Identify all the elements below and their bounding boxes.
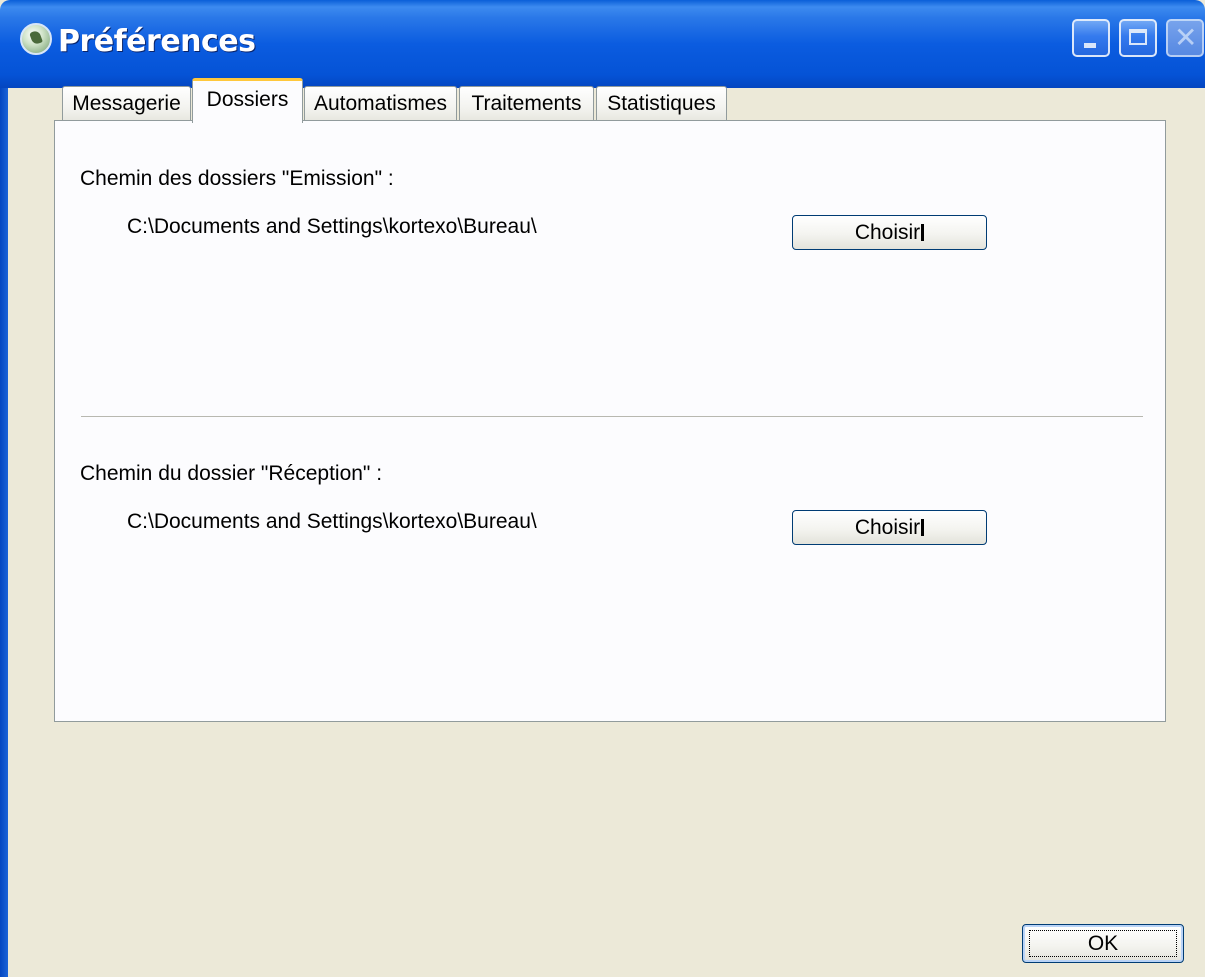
text-cursor [921, 224, 925, 241]
emission-label: Chemin des dossiers "Emission" : [80, 167, 394, 190]
text-cursor [921, 519, 925, 536]
choose-emission-button[interactable]: Choisir [792, 215, 987, 250]
section-divider [81, 416, 1143, 417]
choose-emission-label: Choisir [854, 221, 921, 244]
maximize-button[interactable] [1119, 19, 1157, 57]
tab-traitements[interactable]: Traitements [459, 86, 594, 122]
preferences-window: Préférences ✕ Messagerie Dossiers Automa… [0, 0, 1205, 977]
title-bar[interactable]: Préférences ✕ [0, 0, 1205, 88]
minimize-button[interactable] [1072, 19, 1110, 57]
ok-label: OK [1029, 930, 1177, 957]
tab-automatismes[interactable]: Automatismes [304, 86, 457, 122]
tab-messagerie[interactable]: Messagerie [62, 86, 191, 122]
choose-reception-button[interactable]: Choisir [792, 510, 987, 545]
reception-label: Chemin du dossier "Réception" : [80, 462, 383, 485]
close-button[interactable]: ✕ [1166, 19, 1204, 57]
emission-path: C:\Documents and Settings\kortexo\Bureau… [127, 215, 537, 238]
app-icon[interactable] [20, 23, 52, 55]
window-title: Préférences [58, 24, 256, 59]
dossiers-panel: Chemin des dossiers "Emission" : C:\Docu… [54, 120, 1166, 722]
tab-dossiers[interactable]: Dossiers [192, 78, 303, 123]
close-icon: ✕ [1174, 21, 1198, 54]
window-border [0, 88, 8, 977]
choose-reception-label: Choisir [854, 516, 921, 539]
minimize-icon [1084, 43, 1096, 48]
ok-button[interactable]: OK [1022, 924, 1184, 963]
maximize-icon [1129, 29, 1147, 45]
reception-path: C:\Documents and Settings\kortexo\Bureau… [127, 510, 537, 533]
tab-statistiques[interactable]: Statistiques [596, 86, 727, 122]
